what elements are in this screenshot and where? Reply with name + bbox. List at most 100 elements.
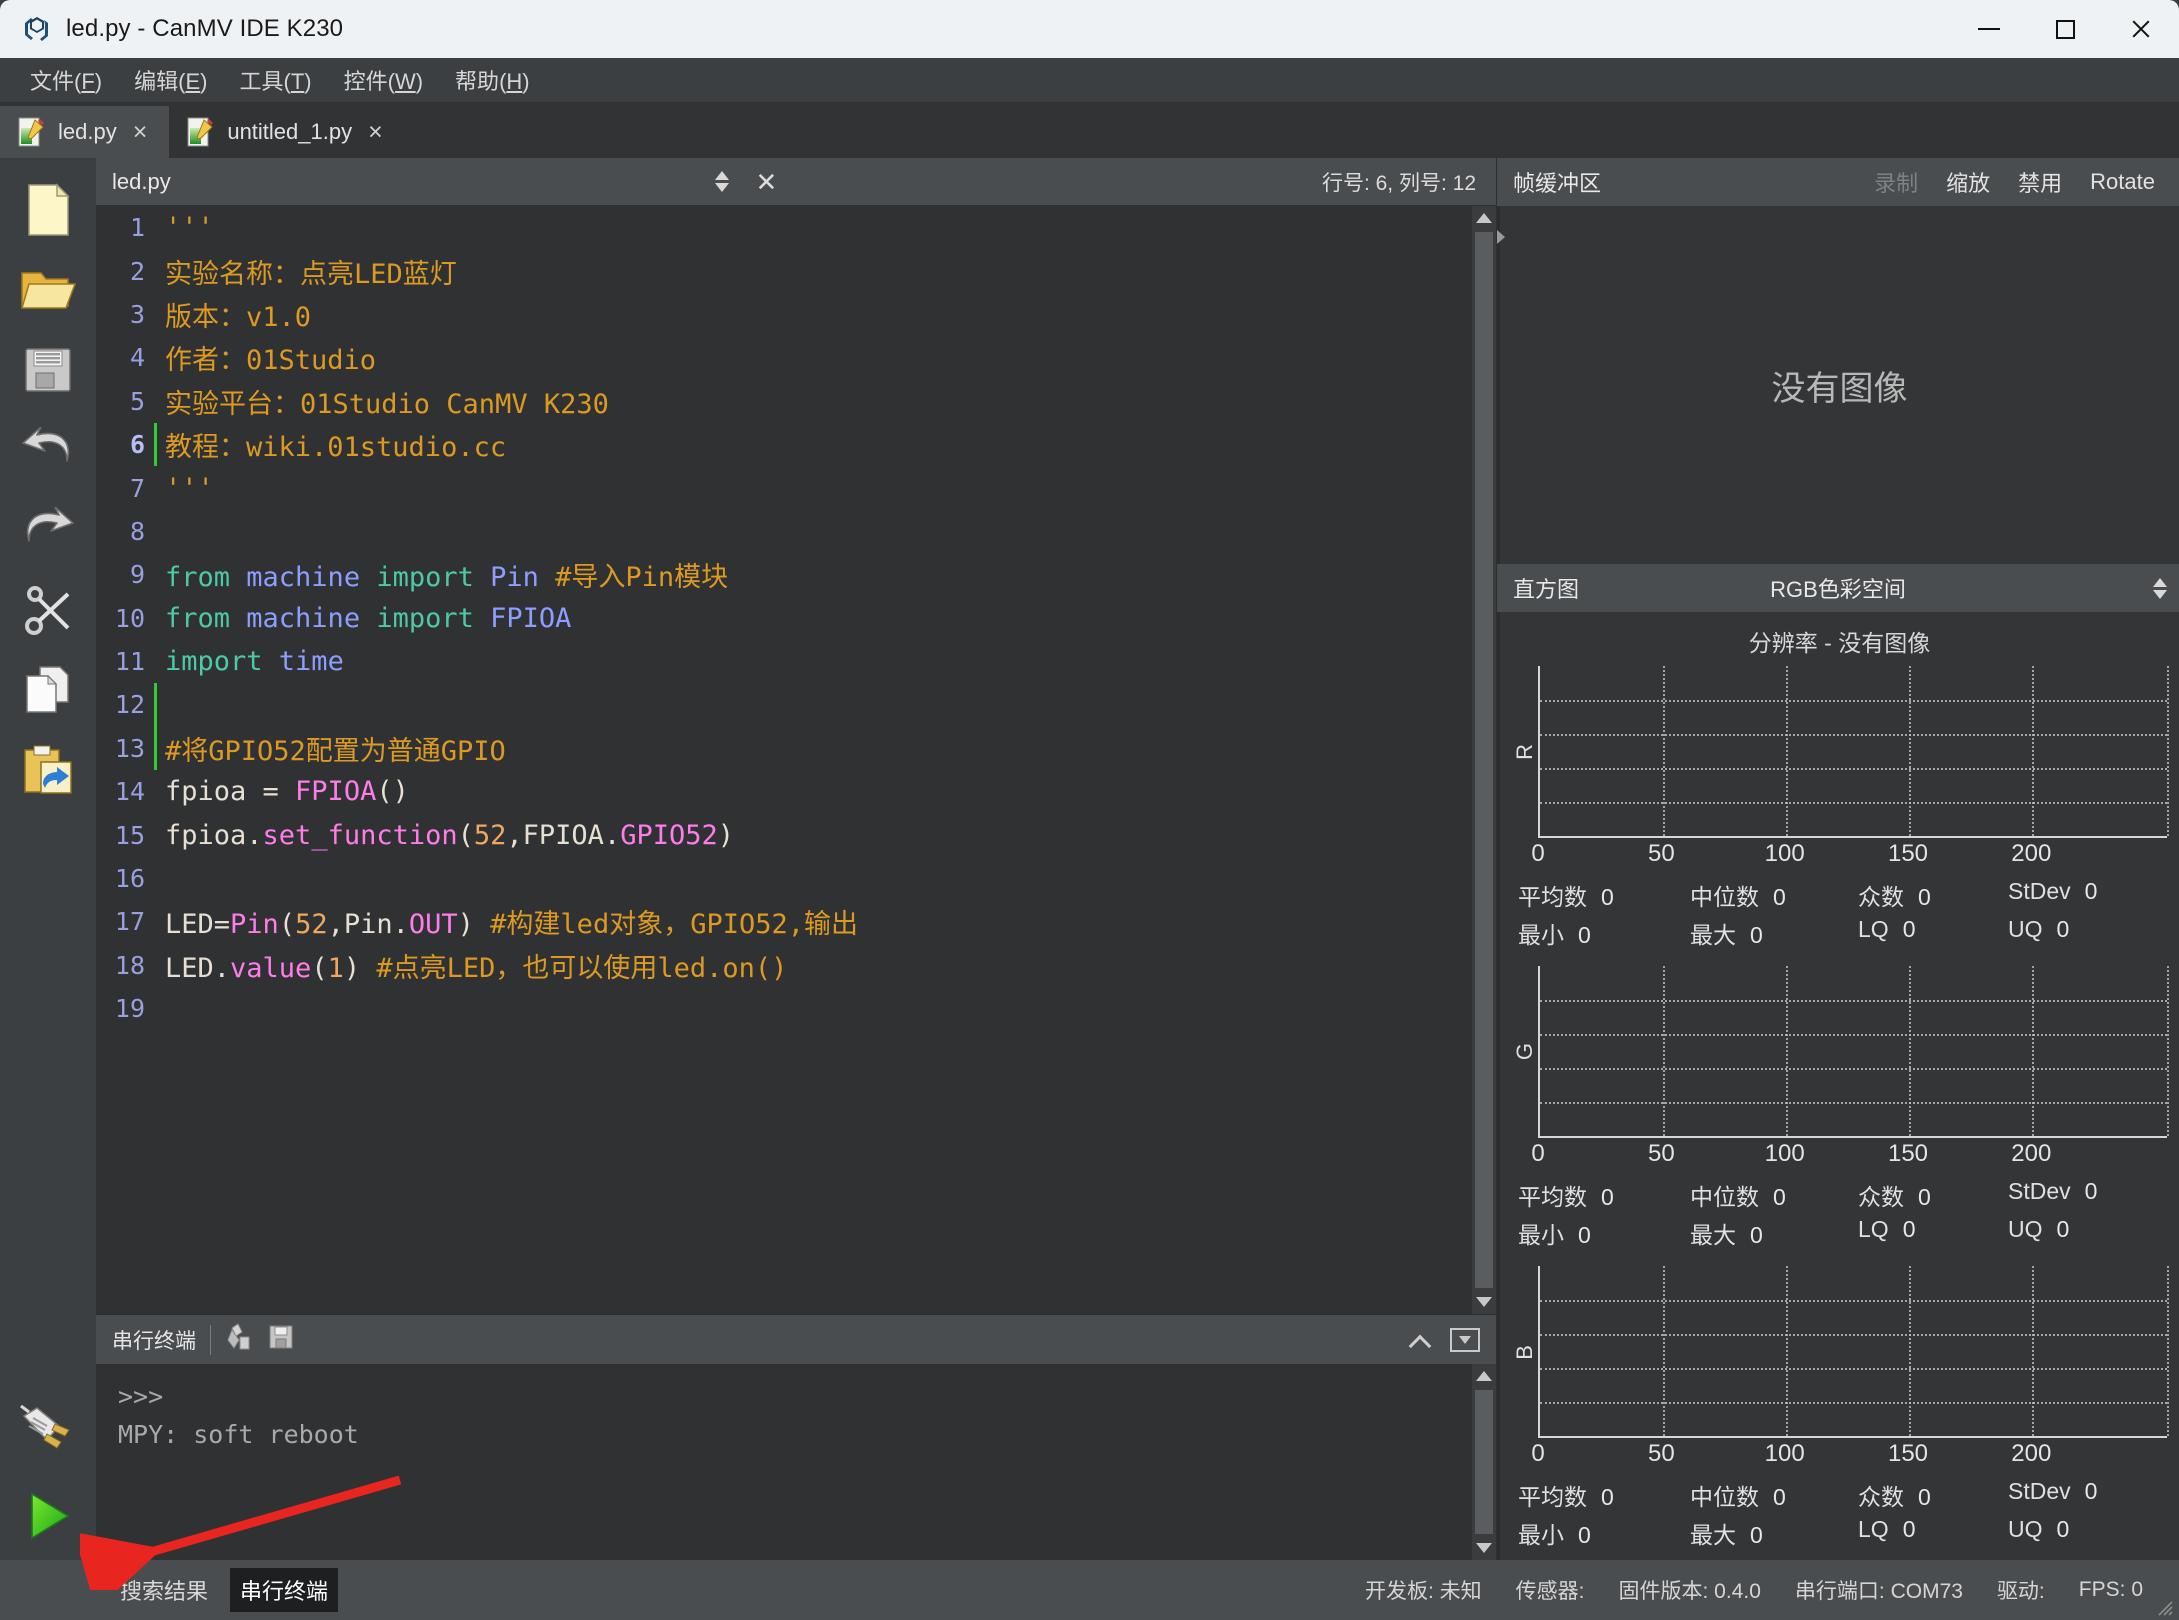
colorspace-select-value[interactable]: RGB色彩空间 [1497, 572, 2179, 604]
grid-line-vertical [1785, 966, 1788, 1136]
panel-resize-handle-icon[interactable] [1497, 230, 1505, 244]
cut-icon[interactable] [18, 580, 78, 640]
code-line[interactable]: 4 作者：01Studio [96, 336, 1496, 379]
record-button[interactable]: 录制 [1860, 160, 1932, 204]
histogram-stat-mean: 平均数 0 [1518, 878, 1690, 912]
colorspace-stepper-icon[interactable] [2153, 577, 2167, 599]
histogram-stat-uq: UQ 0 [2008, 916, 2069, 950]
save-log-icon[interactable] [267, 1322, 295, 1357]
code-line[interactable]: 15 fpioa.set_function(52,FPIOA.GPIO52) [96, 813, 1496, 856]
rotate-button[interactable]: Rotate [2076, 163, 2169, 201]
framebuffer-view[interactable]: 没有图像 [1497, 206, 2179, 564]
code-line[interactable]: 11 import time [96, 640, 1496, 683]
open-folder-icon[interactable] [18, 260, 78, 320]
stat-value: 0 [1902, 1216, 1916, 1242]
line-number: 14 [114, 777, 145, 807]
tab-search-results[interactable]: 搜索结果 [110, 1568, 218, 1612]
code-line[interactable]: 14 fpioa = FPIOA() [96, 770, 1496, 813]
code-line[interactable]: 12 [96, 683, 1496, 727]
undo-icon[interactable] [18, 420, 78, 480]
menu-edit[interactable]: 编辑(E) [118, 60, 223, 100]
code-text: 教程：wiki.01studio.cc [157, 425, 506, 464]
grid-line-horizontal [1540, 768, 2167, 770]
code-token: FPIOA [295, 776, 377, 808]
code-token: value [230, 952, 312, 984]
python-file-icon [185, 116, 215, 148]
editor-float-toggle-icon[interactable] [715, 171, 730, 192]
save-icon[interactable] [18, 340, 78, 400]
code-line[interactable]: 5 实验平台：01Studio CanMV K230 [96, 380, 1496, 423]
maximize-button[interactable] [2027, 0, 2103, 58]
line-number: 8 [129, 516, 145, 546]
tab-serial-terminal[interactable]: 串行终端 [230, 1568, 339, 1612]
code-line[interactable]: 16 [96, 857, 1496, 900]
grid-line-vertical [1908, 966, 1911, 1136]
grid-line-horizontal [1540, 1334, 2167, 1336]
stat-label: 最大 [1690, 1522, 1736, 1548]
grid-line-horizontal [1540, 1300, 2167, 1302]
editor-close-icon[interactable]: ✕ [755, 169, 777, 195]
code-line[interactable]: 13 #将GPIO52配置为普通GPIO [96, 726, 1496, 771]
scrollbar-thumb[interactable] [1475, 1390, 1493, 1534]
redo-icon[interactable] [18, 500, 78, 560]
line-number: 3 [129, 299, 145, 329]
close-button[interactable] [2103, 0, 2179, 58]
scroll-down-icon[interactable] [1476, 1297, 1492, 1307]
framebuffer-title: 帧缓冲区 [1513, 171, 1602, 196]
line-number: 6 [129, 430, 145, 460]
editor-vertical-scrollbar[interactable] [1472, 206, 1496, 1314]
indent-guide-empty [154, 857, 157, 900]
code-line[interactable]: 17 LED=Pin(52,Pin.OUT) #构建led对象，GPIO52,输出 [96, 900, 1496, 943]
scroll-up-icon[interactable] [1476, 1371, 1492, 1381]
menu-help[interactable]: 帮助(H) [439, 60, 546, 100]
code-line[interactable]: 3 版本：v1.0 [96, 293, 1496, 336]
code-line[interactable]: 1 ''' [96, 206, 1496, 249]
connect-plug-icon[interactable] [18, 1400, 78, 1460]
scrollbar-thumb[interactable] [1475, 232, 1493, 1288]
terminal-output[interactable]: >>> MPY: soft reboot [96, 1364, 1496, 1560]
menu-widgets[interactable]: 控件(W) [328, 60, 439, 100]
line-number: 19 [114, 994, 145, 1024]
new-file-icon[interactable] [18, 180, 78, 240]
chevron-up-icon[interactable] [1410, 1329, 1432, 1351]
file-tab-close-icon[interactable]: × [364, 119, 387, 145]
grid-line-vertical [2167, 1266, 2169, 1436]
code-line[interactable]: 10 from machine import FPIOA [96, 597, 1496, 640]
code-line[interactable]: 9 from machine import Pin #导入Pin模块 [96, 553, 1496, 596]
code-line[interactable]: 6 教程：wiki.01studio.cc [96, 422, 1496, 467]
disable-button[interactable]: 禁用 [2004, 160, 2076, 204]
menu-tools[interactable]: 工具(T) [223, 60, 327, 100]
code-line[interactable]: 7 ''' [96, 466, 1496, 509]
code-line[interactable]: 2 实验名称：点亮LED蓝灯 [96, 249, 1496, 292]
status-bar: 搜索结果 串行终端 开发板: 未知 传感器: 固件版本: 0.4.0 串行端口:… [0, 1560, 2179, 1620]
dropdown-box-icon[interactable] [1450, 1327, 1480, 1352]
file-tab-close-icon[interactable]: × [129, 119, 152, 145]
run-icon[interactable] [18, 1486, 78, 1546]
paste-icon[interactable] [18, 740, 78, 800]
code-line[interactable]: 19 [96, 987, 1496, 1030]
code-lines[interactable]: 1 ''' 2 实验名称：点亮LED蓝灯 3 版本：v1.0 4 作者：01Studio 5 实验… [96, 206, 1496, 1314]
zoom-button[interactable]: 缩放 [1932, 160, 2004, 204]
file-tab-led-py[interactable]: led.py × [0, 106, 170, 158]
editor-filename: led.py [112, 168, 171, 194]
code-editor[interactable]: 1 ''' 2 实验名称：点亮LED蓝灯 3 版本：v1.0 4 作者：01Studio 5 实验… [96, 206, 1496, 1314]
line-number: 11 [114, 647, 145, 677]
resize-grip-icon[interactable] [2155, 1598, 2173, 1616]
minimize-button[interactable] [1951, 0, 2027, 58]
canmv-ide-window: led.py - CanMV IDE K230 文件(F) 编辑(E) 工具(T… [0, 0, 2179, 1620]
scroll-up-icon[interactable] [1476, 213, 1492, 223]
terminal-vertical-scrollbar[interactable] [1472, 1364, 1496, 1560]
code-line[interactable]: 8 [96, 510, 1496, 553]
file-tab-untitled-1-py[interactable]: untitled_1.py × [169, 106, 404, 158]
code-token: GPIO52 [620, 819, 718, 851]
histogram-axis-label: B [1512, 1344, 1537, 1360]
stat-value: 0 [1601, 1184, 1614, 1210]
histogram-channel-g: G 0 50 100 150 200 平均数 0 中位数 0 众数 0 StDev 0 最小 0 最大 0 LQ 0 U… [1500, 960, 2179, 1260]
histogram-title: 直方图 [1513, 577, 1580, 602]
menu-file[interactable]: 文件(F) [14, 60, 118, 100]
code-text: import time [157, 646, 344, 677]
code-line[interactable]: 18 LED.value(1) #点亮LED，也可以使用led.on() [96, 944, 1496, 987]
clear-icon[interactable] [225, 1322, 253, 1357]
copy-icon[interactable] [18, 660, 78, 720]
scroll-down-icon[interactable] [1476, 1543, 1492, 1553]
